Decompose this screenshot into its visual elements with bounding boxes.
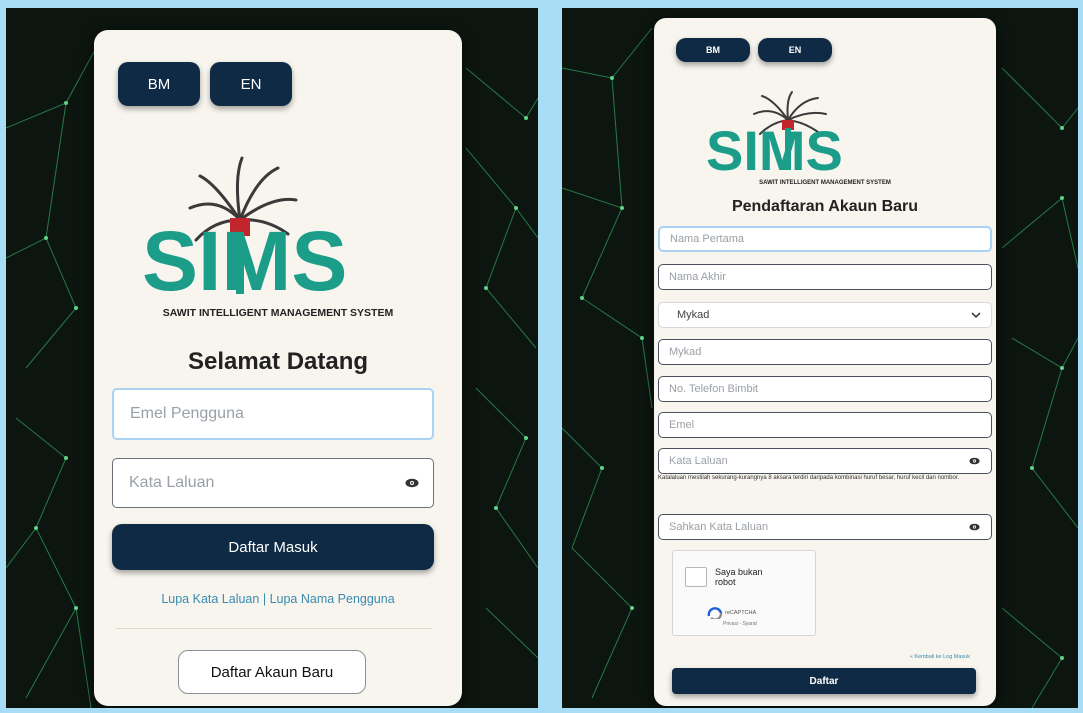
password-hint: Katalaluan mestilah sekurang-kurangnya 8…	[658, 475, 960, 481]
captcha-checkbox[interactable]	[685, 567, 707, 587]
eye-icon[interactable]	[967, 454, 981, 468]
phone-input[interactable]: No. Telefon Bimbit	[658, 376, 992, 402]
email-input[interactable]: Emel	[658, 412, 992, 438]
sims-logo: SIMS SAWIT INTELLIGENT MANAGEMENT SYSTEM	[706, 91, 891, 186]
language-en-button[interactable]: EN	[210, 62, 292, 106]
language-bm-button[interactable]: BM	[676, 38, 750, 62]
id-type-value: Mykad	[677, 309, 710, 321]
register-account-button[interactable]: Daftar Akaun Baru	[178, 650, 366, 694]
eye-icon[interactable]	[967, 520, 981, 534]
last-name-placeholder: Nama Akhir	[669, 271, 726, 283]
id-number-input[interactable]: Mykad	[658, 339, 992, 365]
recovery-links: Lupa Kata Laluan | Lupa Nama Pengguna	[94, 592, 462, 606]
link-separator: |	[262, 592, 267, 606]
register-card: BM EN SIMS SAWIT INTELLIGENT MANAGEMENT …	[654, 18, 996, 706]
confirm-password-placeholder: Sahkan Kata Laluan	[669, 521, 769, 533]
first-name-placeholder: Nama Pertama	[670, 233, 744, 245]
language-bm-button[interactable]: BM	[118, 62, 200, 106]
email-placeholder: Emel Pengguna	[130, 405, 244, 422]
id-type-select[interactable]: Mykad	[658, 302, 992, 328]
chevron-down-icon	[971, 310, 981, 320]
recaptcha-widget: Saya bukan robot reCAPTCHA Privasi - Sya…	[672, 550, 816, 636]
id-number-placeholder: Mykad	[669, 346, 702, 358]
last-name-input[interactable]: Nama Akhir	[658, 264, 992, 290]
register-screen: BM EN SIMS SAWIT INTELLIGENT MANAGEMENT …	[562, 8, 1078, 708]
logo-wordmark: SIMS	[142, 214, 347, 308]
confirm-password-input[interactable]: Sahkan Kata Laluan	[658, 514, 992, 540]
captcha-terms[interactable]: Privasi - Syarat	[723, 621, 757, 627]
logo-tagline: SAWIT INTELLIGENT MANAGEMENT SYSTEM	[759, 180, 891, 186]
eye-icon[interactable]	[405, 476, 419, 490]
forgot-username-link[interactable]: Lupa Nama Pengguna	[270, 592, 395, 606]
forgot-password-link[interactable]: Lupa Kata Laluan	[161, 592, 259, 606]
email-input[interactable]: Emel Pengguna	[112, 388, 434, 440]
language-en-button[interactable]: EN	[758, 38, 832, 62]
email-placeholder: Emel	[669, 419, 695, 431]
back-to-login-link[interactable]: « Kembali ke Log Masuk	[910, 654, 970, 660]
sims-logo: SIMS SAWIT INTELLIGENT MANAGEMENT SYSTEM	[142, 156, 394, 319]
page-title: Selamat Datang	[187, 348, 369, 375]
login-button[interactable]: Daftar Masuk	[112, 524, 434, 570]
page-title: Pendaftaran Akaun Baru	[731, 198, 919, 215]
password-placeholder: Kata Laluan	[669, 455, 728, 467]
password-input[interactable]: Kata Laluan	[112, 458, 434, 508]
first-name-input[interactable]: Nama Pertama	[658, 226, 992, 252]
password-input[interactable]: Kata Laluan	[658, 448, 992, 474]
captcha-label: Saya bukan robot	[715, 567, 763, 587]
logo-tagline: SAWIT INTELLIGENT MANAGEMENT SYSTEM	[163, 307, 394, 319]
phone-placeholder: No. Telefon Bimbit	[669, 383, 759, 395]
login-card: BM EN SIMS SAWIT INTELLIGENT MANAGEMENT …	[94, 30, 462, 706]
register-submit-button[interactable]: Daftar	[672, 668, 976, 694]
login-screen: BM EN SIMS SAWIT INTELLIGENT MANAGEMENT …	[6, 8, 538, 708]
captcha-brand: reCAPTCHA	[725, 610, 757, 616]
password-placeholder: Kata Laluan	[129, 474, 215, 491]
logo-wordmark: SIMS	[706, 119, 843, 182]
divider	[116, 628, 432, 629]
recaptcha-icon	[707, 607, 723, 619]
